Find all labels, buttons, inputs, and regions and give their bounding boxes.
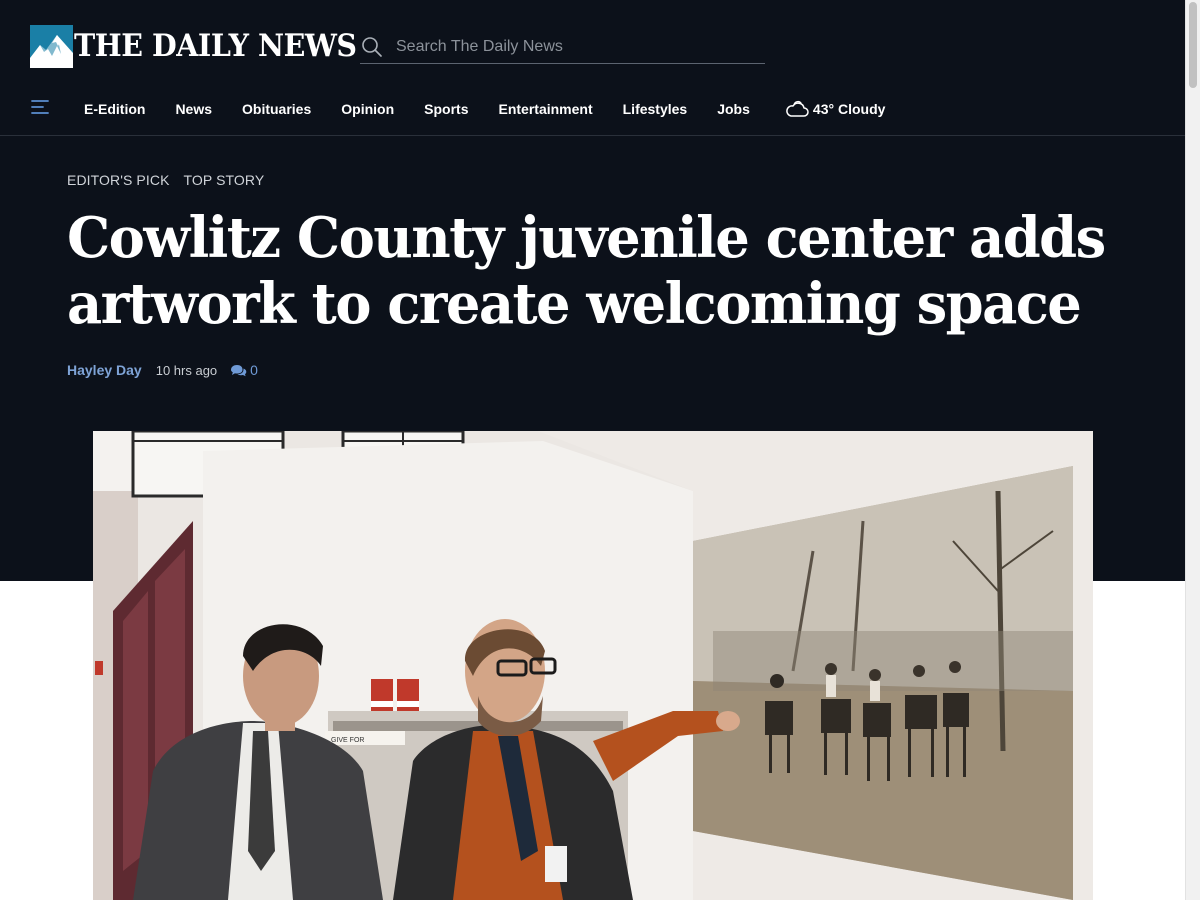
- logo-wordmark: THE DAILY NEWS: [74, 28, 357, 64]
- nav-item-news[interactable]: News: [175, 101, 212, 117]
- nav-item-obituaries[interactable]: Obituaries: [242, 101, 311, 117]
- headline-line-2: artwork to create welcoming space: [67, 271, 1082, 337]
- article-lead-photo[interactable]: GIVE FOR: [93, 431, 1093, 900]
- kicker-editors-pick[interactable]: EDITOR'S PICK: [67, 172, 170, 188]
- weather-widget[interactable]: 43° Cloudy: [785, 100, 886, 118]
- nav-item-entertainment[interactable]: Entertainment: [499, 101, 593, 117]
- mountain-logo-icon: [30, 25, 73, 68]
- nav-item-jobs[interactable]: Jobs: [717, 101, 750, 117]
- search-input[interactable]: [396, 37, 756, 56]
- scrollbar-thumb[interactable]: [1189, 2, 1197, 88]
- comments-link[interactable]: 0: [230, 362, 258, 378]
- kicker-top-story[interactable]: TOP STORY: [184, 172, 265, 188]
- weather-text: 43° Cloudy: [812, 101, 886, 117]
- headline-line-1: Cowlitz County juvenile center adds: [67, 205, 1106, 271]
- page-scrollbar[interactable]: [1185, 0, 1200, 900]
- nav-item-lifestyles[interactable]: Lifestyles: [623, 101, 688, 117]
- author-link[interactable]: Hayley Day: [67, 362, 142, 378]
- site-logo[interactable]: THE DAILY NEWS: [30, 25, 381, 68]
- nav-item-sports[interactable]: Sports: [424, 101, 468, 117]
- nav-item-opinion[interactable]: Opinion: [341, 101, 394, 117]
- publish-time: 10 hrs ago: [155, 362, 218, 378]
- article-kickers: EDITOR'S PICK TOP STORY: [67, 172, 278, 188]
- comment-bubbles-icon: [231, 364, 247, 376]
- main-navigation: E-Edition News Obituaries Opinion Sports…: [0, 84, 1185, 136]
- article-byline: Hayley Day 10 hrs ago 0: [67, 362, 258, 378]
- nav-item-e-edition[interactable]: E-Edition: [84, 101, 145, 117]
- menu-icon[interactable]: [31, 99, 49, 120]
- shelf-sign-text: GIVE FOR: [331, 737, 364, 744]
- search-icon: [362, 36, 382, 57]
- search-bar[interactable]: [360, 30, 765, 64]
- comments-count: 0: [250, 362, 258, 378]
- historic-horseback-photo-canvas: [693, 466, 1073, 900]
- cloud-icon: [786, 100, 809, 117]
- article-headline: Cowlitz County juvenile center adds artw…: [67, 205, 1106, 337]
